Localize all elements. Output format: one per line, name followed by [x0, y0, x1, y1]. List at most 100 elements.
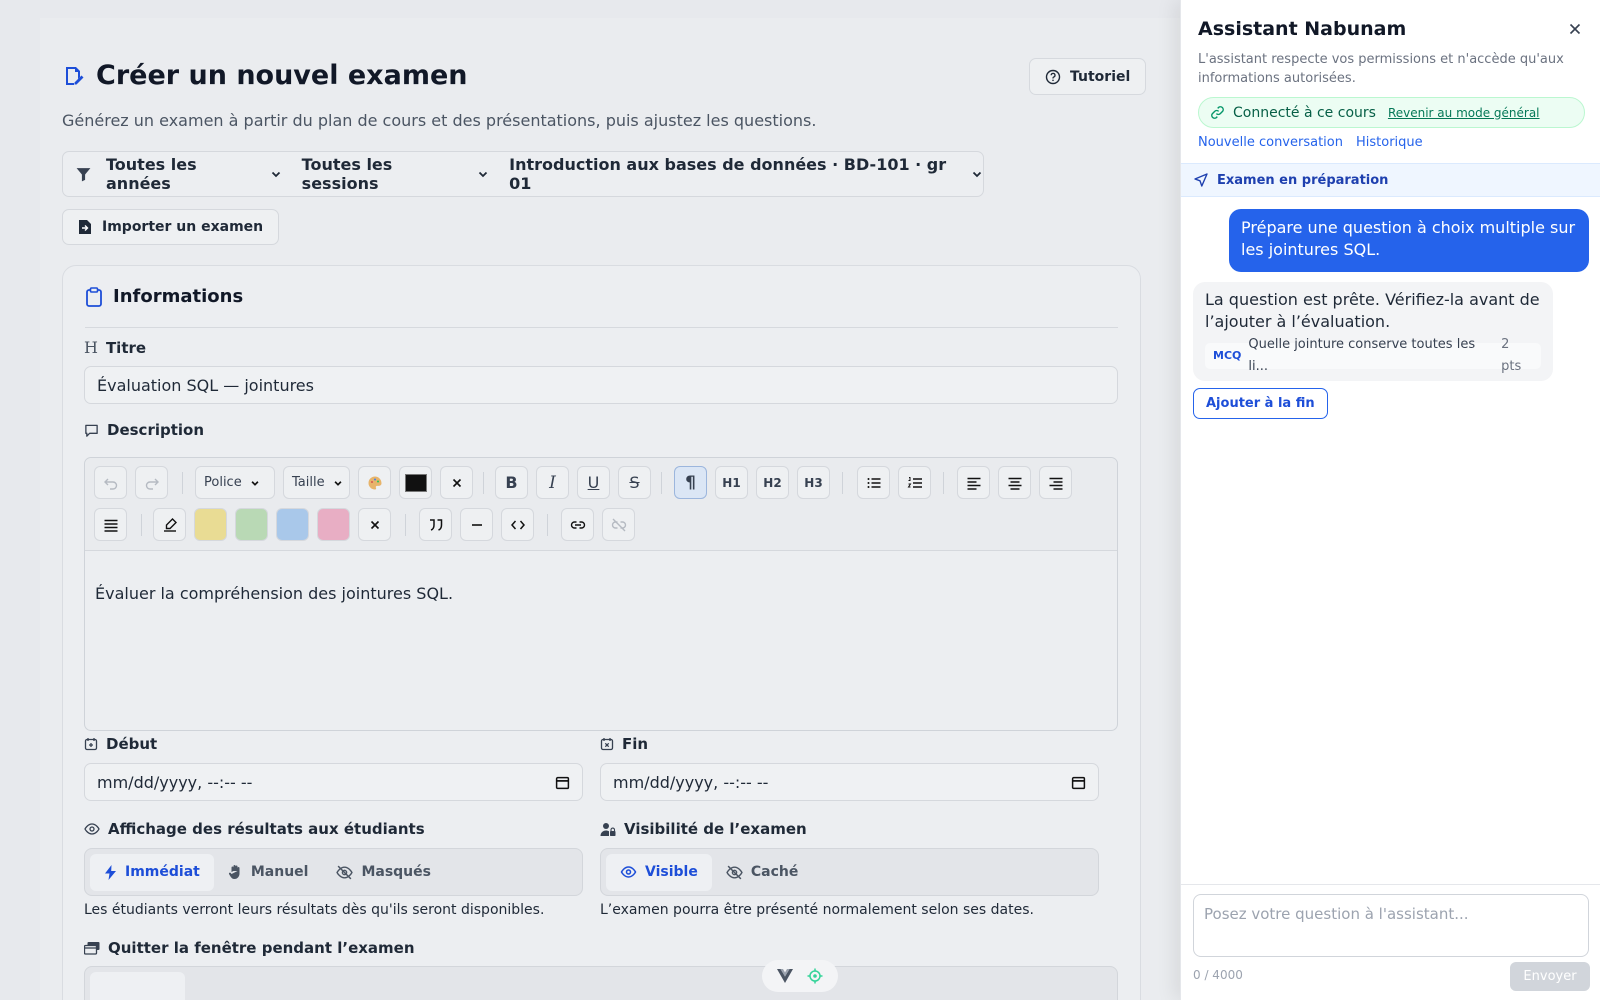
start-label-text: Début: [106, 735, 158, 753]
calendar-icon[interactable]: [555, 775, 570, 790]
link-icon: [570, 517, 586, 533]
text-color-button[interactable]: [399, 466, 432, 499]
chevron-down-icon: [971, 168, 983, 180]
comment-icon: [84, 423, 99, 438]
start-datetime-input[interactable]: mm/dd/yyyy, --:-- --: [84, 763, 583, 801]
assistant-input[interactable]: Posez votre question à l'assistant...: [1193, 894, 1589, 957]
highlighter-button[interactable]: [153, 508, 186, 541]
italic-button[interactable]: I: [536, 466, 569, 499]
redo-icon: [144, 475, 160, 491]
strikethrough-button[interactable]: S: [618, 466, 651, 499]
results-help-text: Les étudiants verront leurs résultats dè…: [84, 902, 545, 918]
highlight-blue-swatch[interactable]: [276, 508, 309, 541]
bold-button[interactable]: B: [495, 466, 528, 499]
description-label: Description: [84, 421, 204, 439]
send-button[interactable]: Envoyer: [1510, 962, 1590, 991]
align-left-button[interactable]: [957, 466, 990, 499]
toolbar-separator: [182, 472, 183, 494]
target-icon[interactable]: [807, 968, 823, 984]
history-link[interactable]: Historique: [1356, 135, 1423, 150]
close-icon: [451, 477, 463, 489]
tutorial-button[interactable]: Tutoriel: [1029, 58, 1147, 95]
filter-year-dropdown[interactable]: Toutes les années: [106, 155, 282, 193]
end-datetime-input[interactable]: mm/dd/yyyy, --:-- --: [600, 763, 1099, 801]
align-center-button[interactable]: [998, 466, 1031, 499]
file-import-icon: [78, 219, 92, 235]
page-subtitle: Générez un examen à partir du plan de co…: [62, 111, 817, 130]
heading-1-button[interactable]: H1: [715, 466, 748, 499]
align-right-button[interactable]: [1039, 466, 1072, 499]
end-label-text: Fin: [622, 735, 649, 753]
visibility-label-text: Visibilité de l’examen: [624, 820, 807, 838]
leave-window-label: Quitter la fenêtre pendant l’examen: [84, 939, 415, 957]
horizontal-rule-icon: [470, 518, 484, 532]
leave-window-option[interactable]: [90, 972, 185, 1000]
strikethrough-icon: S: [629, 473, 640, 492]
highlight-yellow-swatch[interactable]: [194, 508, 227, 541]
horizontal-rule-button[interactable]: [460, 508, 493, 541]
eye-slash-icon: [726, 865, 743, 880]
visibility-option-hidden[interactable]: Caché: [712, 854, 812, 891]
paragraph-button[interactable]: ¶: [674, 466, 707, 499]
results-option-manual-label: Manuel: [250, 864, 309, 880]
redo-button[interactable]: [135, 466, 168, 499]
assistant-message-text: La question est prête. Vérifiez-la avant…: [1205, 290, 1540, 331]
user-lock-icon: [600, 822, 616, 837]
visibility-option-visible-label: Visible: [645, 864, 698, 880]
general-mode-link[interactable]: Revenir au mode général: [1388, 106, 1540, 120]
results-option-hidden[interactable]: Masqués: [322, 854, 445, 891]
visibility-option-visible[interactable]: Visible: [606, 853, 712, 891]
quote-button[interactable]: [419, 508, 452, 541]
clear-color-button[interactable]: [440, 466, 473, 499]
numbered-list-button[interactable]: [898, 466, 931, 499]
connected-course-badge: Connecté à ce cours Revenir au mode géné…: [1198, 97, 1585, 128]
close-panel-button[interactable]: [1564, 18, 1586, 40]
add-to-end-button[interactable]: Ajouter à la fin: [1193, 388, 1328, 419]
description-editor-content[interactable]: Évaluer la compréhension des jointures S…: [95, 584, 453, 603]
editor-toolbar: Police Taille B I U S ¶ H1 H2 H3: [85, 458, 1117, 551]
toolbar-separator: [842, 472, 843, 494]
font-select[interactable]: Police: [195, 466, 275, 499]
new-conversation-link[interactable]: Nouvelle conversation: [1198, 135, 1343, 150]
leave-window-segment: [84, 966, 1118, 1000]
highlight-green-swatch[interactable]: [235, 508, 268, 541]
size-select[interactable]: Taille: [283, 466, 350, 499]
unlink-button[interactable]: [602, 508, 635, 541]
italic-icon: I: [549, 472, 556, 493]
import-exam-button[interactable]: Importer un examen: [62, 209, 280, 245]
toolbar-separator: [405, 514, 406, 536]
bullet-list-button[interactable]: [857, 466, 890, 499]
palette-button[interactable]: [358, 466, 391, 499]
connected-text: Connecté à ce cours: [1233, 104, 1376, 121]
underline-button[interactable]: U: [577, 466, 610, 499]
results-option-hidden-label: Masqués: [361, 864, 431, 880]
underline-icon: U: [587, 473, 600, 492]
chevron-down-icon: [270, 168, 282, 180]
send-plane-icon: [1194, 173, 1208, 187]
end-datetime-value: mm/dd/yyyy, --:-- --: [613, 772, 769, 792]
heading-2-button[interactable]: H2: [756, 466, 789, 499]
page-title: Créer un nouvel examen: [96, 60, 468, 91]
results-option-manual[interactable]: Manuel: [214, 854, 323, 891]
floating-devtools-pill: [762, 960, 838, 992]
results-option-immediate[interactable]: Immédiat: [90, 853, 214, 891]
code-button[interactable]: [501, 508, 534, 541]
title-input[interactable]: Évaluation SQL — jointures: [84, 366, 1118, 404]
link-button[interactable]: [561, 508, 594, 541]
undo-button[interactable]: [94, 466, 127, 499]
filter-course-dropdown[interactable]: Introduction aux bases de données · BD-1…: [509, 155, 983, 193]
assistant-title: Assistant Nabunam: [1198, 18, 1407, 40]
title-input-value: Évaluation SQL — jointures: [97, 375, 314, 395]
divider: [1181, 884, 1600, 885]
justify-button[interactable]: [94, 508, 127, 541]
heading-3-button[interactable]: H3: [797, 466, 830, 499]
filter-session-dropdown[interactable]: Toutes les sessions: [302, 155, 489, 193]
calendar-icon[interactable]: [1071, 775, 1086, 790]
clear-highlight-button[interactable]: [358, 508, 391, 541]
paragraph-icon: ¶: [685, 472, 696, 493]
mcq-question-chip[interactable]: MCQ Quelle jointure conserve toutes les …: [1205, 337, 1541, 374]
chevron-down-icon: [477, 168, 489, 180]
filter-bar: Toutes les années Toutes les sessions In…: [62, 151, 984, 197]
vue-logo-icon[interactable]: [777, 969, 793, 983]
highlight-pink-swatch[interactable]: [317, 508, 350, 541]
